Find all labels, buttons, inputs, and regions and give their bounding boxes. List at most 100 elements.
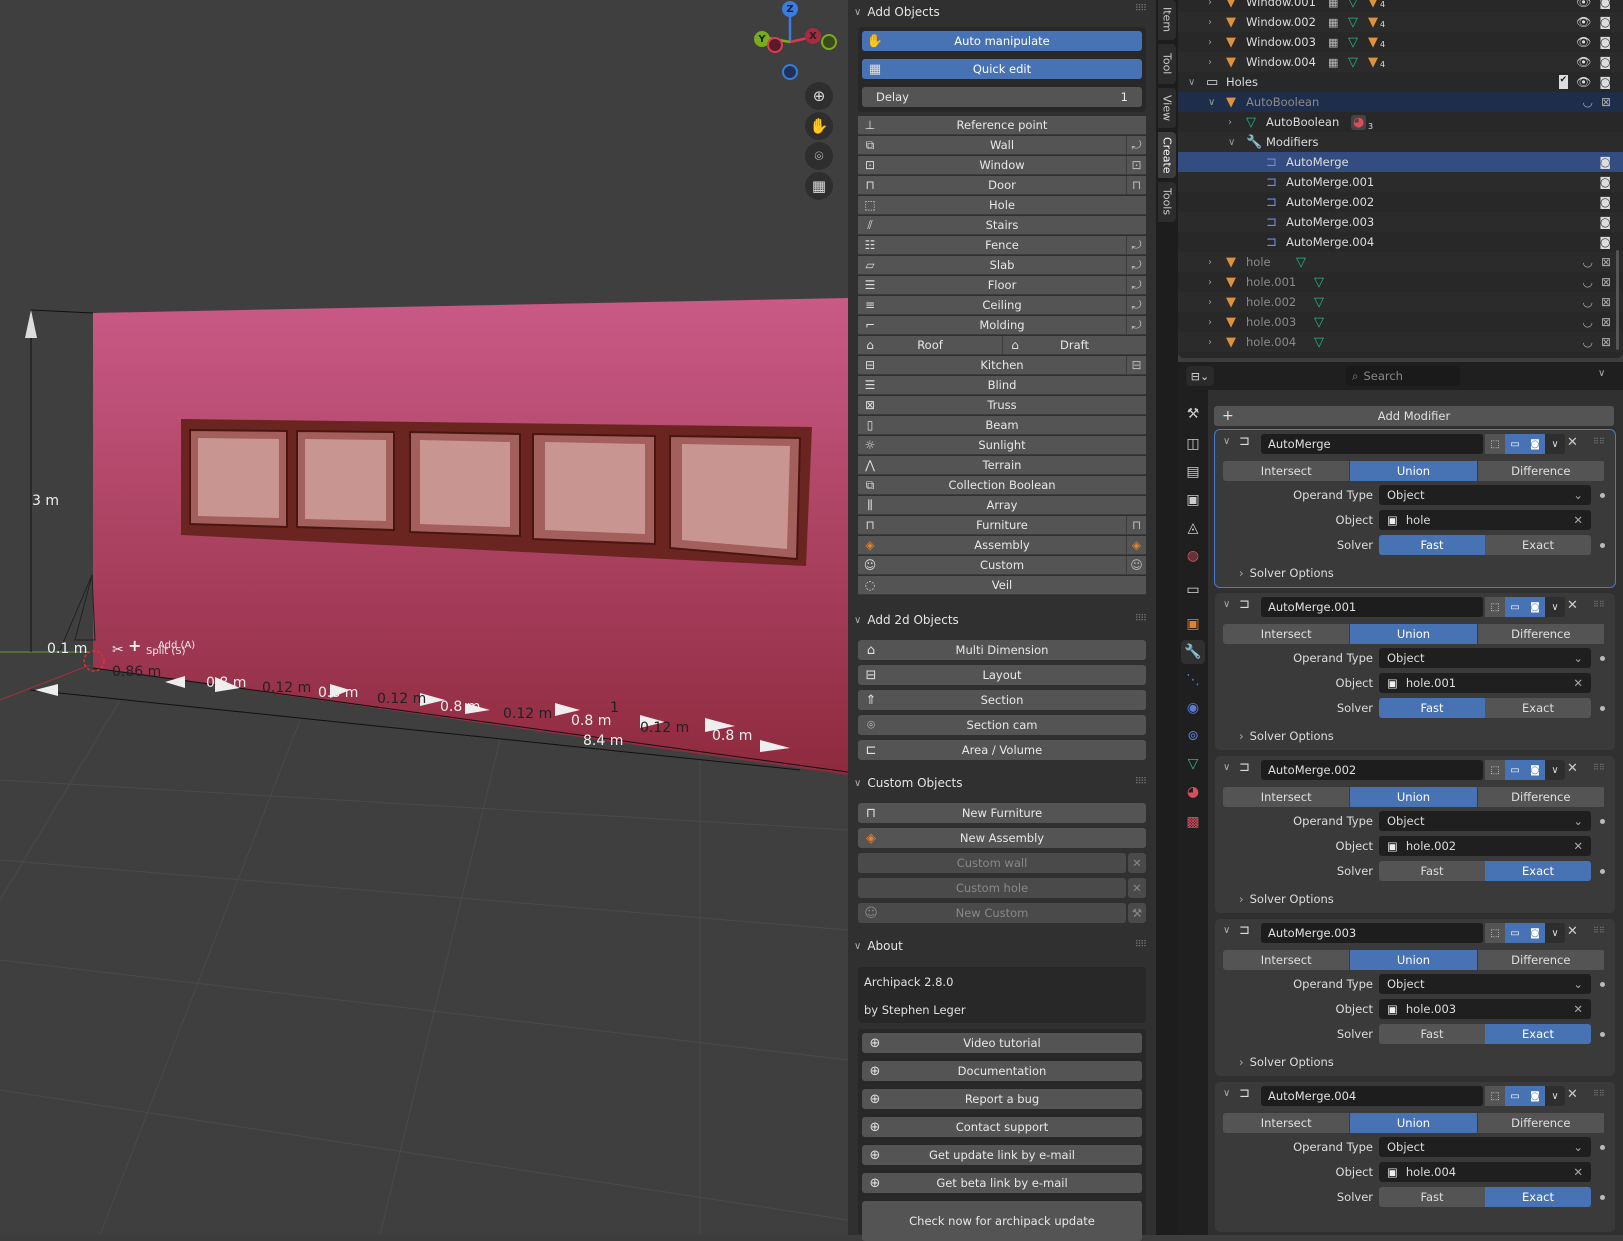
chevron-down-icon[interactable]: ∨ xyxy=(1228,137,1235,148)
drag-handle-icon[interactable]: ⠿⠿ xyxy=(1593,1089,1605,1098)
drag-handle-icon[interactable]: ⠿⠿ xyxy=(1135,614,1147,624)
camera-render-icon[interactable]: ◙ xyxy=(1599,235,1611,249)
add-area-volume-button[interactable]: ⊏ Area / Volume xyxy=(858,740,1146,760)
add-draft-button[interactable]: ⌂ Draft xyxy=(1002,336,1146,355)
keyframe-dot[interactable] xyxy=(1600,1195,1605,1200)
custom-preset-icon[interactable]: ☺ xyxy=(1126,555,1146,575)
chevron-right-icon[interactable]: › xyxy=(1208,37,1212,48)
render-camera-icon[interactable]: ◙ xyxy=(1525,1086,1545,1106)
camera-render-icon[interactable]: ◙ xyxy=(1599,75,1611,89)
modifier-name-field[interactable]: AutoMerge.001 xyxy=(1261,597,1483,617)
viewport-display-icon[interactable]: ▭ xyxy=(1505,434,1525,454)
solver-exact[interactable]: Exact xyxy=(1485,1024,1591,1044)
add-reference-point-button[interactable]: ⊥ Reference point xyxy=(858,116,1146,135)
viewport-display-icon[interactable]: ▭ xyxy=(1505,597,1525,617)
object-field[interactable]: ▣ hole.002 ✕ xyxy=(1379,836,1591,856)
operation-intersect[interactable]: Intersect xyxy=(1223,950,1351,970)
viewport-display-icon[interactable]: ▭ xyxy=(1505,760,1525,780)
close-icon[interactable]: ✕ xyxy=(1128,853,1146,873)
outliner-row[interactable]: › ▼ hole.003 ▽ ◡ ⊠ xyxy=(1178,312,1623,332)
tab-tools[interactable]: Tools xyxy=(1158,182,1176,222)
grid-icon[interactable]: ▦ xyxy=(805,172,833,200)
panel-header-add-2d[interactable]: ∨ Add 2d Objects xyxy=(854,608,959,632)
drag-handle-icon[interactable]: ⠿⠿ xyxy=(1135,4,1147,14)
tab-view[interactable]: View xyxy=(1158,88,1176,128)
chevron-down-icon[interactable]: ∨ xyxy=(1545,760,1565,780)
add-assembly-button[interactable]: ◈ Assembly ◈ xyxy=(858,535,1146,555)
add-veil-button[interactable]: ◌ Veil xyxy=(858,576,1146,595)
outliner-row[interactable]: ⊐ AutoMerge.002 ◙ xyxy=(1178,192,1623,212)
clear-icon[interactable]: ✕ xyxy=(1573,1002,1583,1016)
modifier-name-field[interactable]: AutoMerge.004 xyxy=(1261,1086,1483,1106)
chevron-down-icon[interactable]: ∨ xyxy=(1223,762,1230,773)
camera-render-icon[interactable]: ◙ xyxy=(1599,0,1611,9)
add-wall-button[interactable]: ⧉ Wall ⤾ xyxy=(858,135,1146,155)
scene-icon[interactable]: ◬ xyxy=(1181,516,1205,540)
operation-union[interactable]: Union xyxy=(1350,1113,1478,1133)
collection-icon[interactable]: ▭ xyxy=(1181,578,1205,602)
keyframe-dot[interactable] xyxy=(1600,819,1605,824)
outliner-row[interactable]: › ▼ Window.003 ▦ ▽ ▼ 4 👁 ◙ xyxy=(1178,32,1623,52)
eye-hidden-icon[interactable]: ◡ xyxy=(1582,315,1592,329)
chevron-right-icon[interactable]: › xyxy=(1208,17,1212,28)
operation-union[interactable]: Union xyxy=(1350,624,1478,644)
check-update-button[interactable]: Check now for archipack update xyxy=(862,1201,1142,1241)
solver-options-toggle[interactable]: › Solver Options xyxy=(1239,729,1334,743)
drag-handle-icon[interactable]: ⠿⠿ xyxy=(1593,763,1605,772)
add-roof-button[interactable]: ⌂ Roof xyxy=(858,336,1002,355)
chevron-right-icon[interactable]: › xyxy=(1208,277,1212,288)
chevron-down-icon[interactable]: ∨ xyxy=(1223,436,1230,447)
camera-disabled-icon[interactable]: ⊠ xyxy=(1601,255,1611,269)
operation-intersect[interactable]: Intersect xyxy=(1223,461,1351,481)
camera-render-icon[interactable]: ◙ xyxy=(1599,195,1611,209)
new-assembly-button[interactable]: ◈ New Assembly xyxy=(858,828,1146,848)
search-input[interactable]: ⌕ Search xyxy=(1346,366,1460,386)
tab-item[interactable]: Item xyxy=(1158,0,1176,40)
output-icon[interactable]: ▤ xyxy=(1181,460,1205,484)
solver-exact[interactable]: Exact xyxy=(1485,861,1591,881)
clear-icon[interactable]: ✕ xyxy=(1573,839,1583,853)
add-stairs-button[interactable]: ⫽ Stairs xyxy=(858,216,1146,235)
add-door-button[interactable]: ⊓ Door ⊓ xyxy=(858,175,1146,195)
render-camera-icon[interactable]: ◙ xyxy=(1525,760,1545,780)
outliner-row[interactable]: ⊐ AutoMerge.003 ◙ xyxy=(1178,212,1623,232)
camera-icon[interactable]: ⌾ xyxy=(805,142,833,170)
furniture-preset-icon[interactable]: ⊓ xyxy=(1126,515,1146,535)
panel-header-about[interactable]: ∨ About xyxy=(854,934,903,958)
chevron-down-icon[interactable]: ∨ xyxy=(1223,925,1230,936)
constraints-icon[interactable]: ⊚ xyxy=(1181,724,1205,748)
outliner[interactable]: › ▼ Window.001 ▦ ▽ ▼ 4 👁 ◙ › ▼ Window.002 ▦ ▽ ▼ 4 👁 ◙ › ▼ Wi… xyxy=(1178,0,1623,358)
mesh-data-icon[interactable]: ▽ xyxy=(1181,752,1205,776)
camera-disabled-icon[interactable]: ⊠ xyxy=(1601,295,1611,309)
operation-intersect[interactable]: Intersect xyxy=(1223,624,1351,644)
camera-disabled-icon[interactable]: ⊠ xyxy=(1601,275,1611,289)
close-icon[interactable]: ✕ xyxy=(1567,435,1578,450)
keyframe-dot[interactable] xyxy=(1600,1145,1605,1150)
pan-icon[interactable]: ✋ xyxy=(805,112,833,140)
panel-header-custom-objects[interactable]: ∨ Custom Objects xyxy=(854,771,962,795)
split-label[interactable]: Split (S) xyxy=(146,646,186,657)
auto-manipulate-button[interactable]: ✋ Auto manipulate xyxy=(862,31,1142,51)
keyframe-dot[interactable] xyxy=(1600,706,1605,711)
camera-render-icon[interactable]: ◙ xyxy=(1599,15,1611,29)
close-icon[interactable]: ✕ xyxy=(1567,761,1578,776)
viewport-display-icon[interactable]: ▭ xyxy=(1505,923,1525,943)
curve-icon[interactable]: ⤾ xyxy=(1126,135,1146,155)
chevron-down-icon[interactable]: ∨ xyxy=(1545,923,1565,943)
solver-fast[interactable]: Fast xyxy=(1379,1187,1485,1207)
eye-icon[interactable]: 👁 xyxy=(1576,15,1591,29)
render-icon[interactable]: ◫ xyxy=(1181,432,1205,456)
drag-handle-icon[interactable]: ⠿⠿ xyxy=(1135,777,1147,787)
operation-difference[interactable]: Difference xyxy=(1477,1113,1605,1133)
camera-render-icon[interactable]: ◙ xyxy=(1599,215,1611,229)
quick-edit-button[interactable]: ▦ Quick edit xyxy=(862,59,1142,79)
render-camera-icon[interactable]: ◙ xyxy=(1525,923,1545,943)
add-collection-boolean-button[interactable]: ⧉ Collection Boolean xyxy=(858,476,1146,495)
keyframe-dot[interactable] xyxy=(1600,982,1605,987)
camera-disabled-icon[interactable]: ⊠ xyxy=(1601,315,1611,329)
drag-handle-icon[interactable]: ⠿⠿ xyxy=(1593,926,1605,935)
physics-icon[interactable]: ◉ xyxy=(1181,696,1205,720)
outliner-row[interactable]: › ▼ hole.002 ▽ ◡ ⊠ xyxy=(1178,292,1623,312)
chevron-down-icon[interactable]: ∨ xyxy=(1223,1088,1230,1099)
add-truss-button[interactable]: ⊠ Truss xyxy=(858,396,1146,415)
